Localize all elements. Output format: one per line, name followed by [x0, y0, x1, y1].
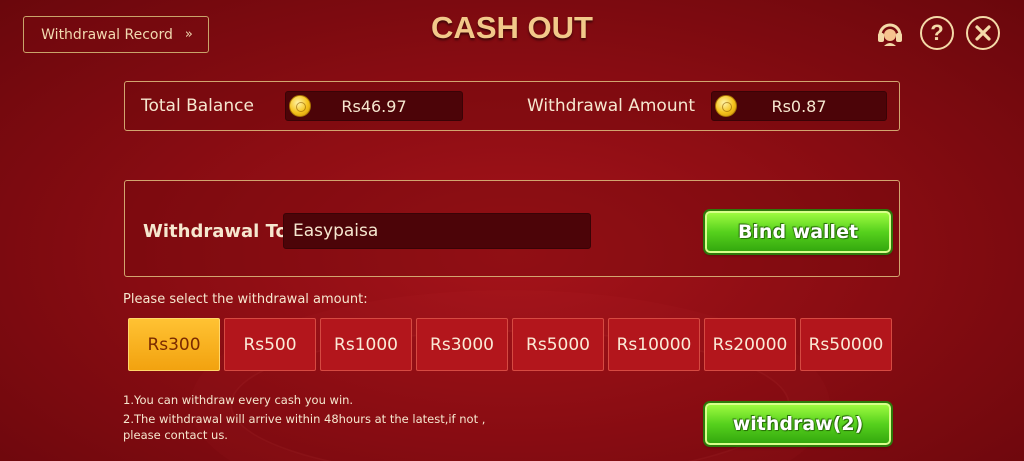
bind-wallet-button[interactable]: Bind wallet	[705, 211, 891, 253]
coin-icon	[715, 95, 737, 117]
amount-options: Rs300 Rs500 Rs1000 Rs3000 Rs5000 Rs10000…	[128, 318, 892, 371]
balance-panel: Total Balance Rs46.97 Withdrawal Amount …	[124, 81, 900, 131]
withdrawal-record-label: Withdrawal Record	[41, 26, 173, 43]
total-balance-value: Rs46.97	[341, 96, 407, 116]
withdraw-button[interactable]: withdraw(2)	[705, 403, 891, 445]
amount-option[interactable]: Rs1000	[320, 318, 412, 371]
headset-icon[interactable]	[873, 16, 907, 50]
double-chevron-right-icon: »	[184, 27, 193, 42]
coin-icon	[289, 95, 311, 117]
withdrawal-record-button[interactable]: Withdrawal Record »	[23, 16, 209, 53]
question-icon[interactable]: ?	[920, 16, 954, 50]
withdrawal-amount-label: Withdrawal Amount	[527, 96, 696, 116]
withdrawal-method-field[interactable]: Easypaisa	[283, 213, 591, 249]
amount-option[interactable]: Rs300	[128, 318, 220, 371]
note-line: 1.You can withdraw every cash you win.	[123, 393, 354, 407]
amount-option[interactable]: Rs3000	[416, 318, 508, 371]
total-balance-box: Rs46.97	[285, 91, 463, 121]
total-balance-label: Total Balance	[141, 96, 254, 116]
withdrawal-to-label: Withdrawal To	[143, 221, 288, 242]
amount-option[interactable]: Rs5000	[512, 318, 604, 371]
amount-option[interactable]: Rs10000	[608, 318, 700, 371]
withdrawal-amount-value: Rs0.87	[771, 96, 827, 116]
note-line: 2.The withdrawal will arrive within 48ho…	[123, 412, 486, 426]
amount-prompt: Please select the withdrawal amount:	[123, 292, 368, 307]
amount-option[interactable]: Rs500	[224, 318, 316, 371]
note-line: please contact us.	[123, 428, 228, 442]
withdrawal-amount-box: Rs0.87	[711, 91, 887, 121]
close-icon[interactable]	[966, 16, 1000, 50]
amount-option[interactable]: Rs20000	[704, 318, 796, 371]
amount-option[interactable]: Rs50000	[800, 318, 892, 371]
